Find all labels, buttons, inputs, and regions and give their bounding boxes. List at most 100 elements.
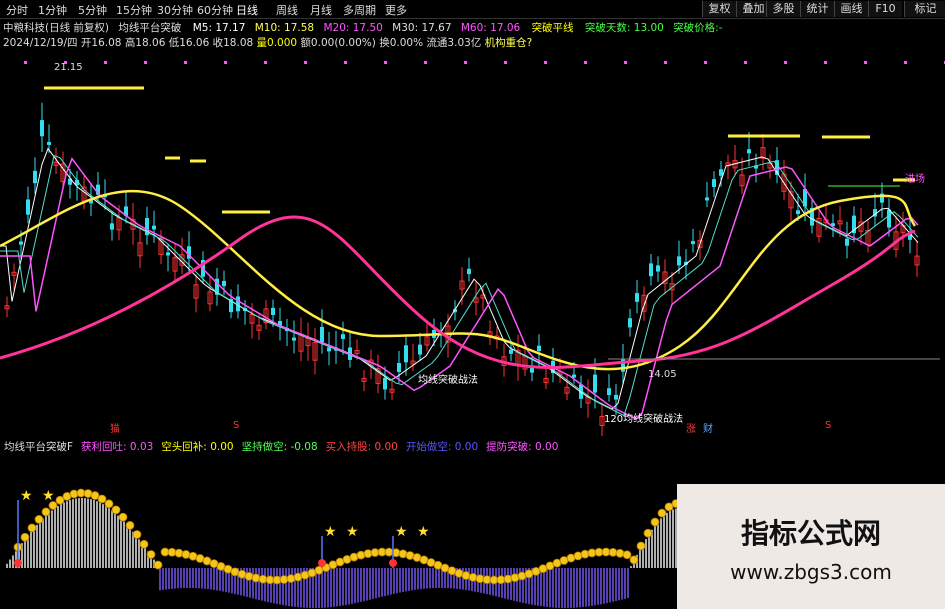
indicator-bubble — [27, 523, 37, 533]
watermark-url: www.zbgs3.com — [730, 560, 892, 584]
buy-marker-1: 猫 — [110, 424, 120, 435]
signal-dot — [904, 61, 907, 64]
tab-6[interactable]: 日线 — [236, 2, 258, 18]
buy-marker-4: S — [825, 420, 832, 431]
signal-dot — [784, 61, 787, 64]
tab-7[interactable]: 周线 — [276, 2, 298, 18]
candle-body — [628, 318, 632, 328]
header-line: 中粮科技(日线 前复权) 均线平台突破 M5: 17.17 M10: 17.58… — [3, 20, 723, 35]
signal-dot — [544, 61, 547, 64]
marker-dot — [14, 559, 22, 567]
signal-dot — [824, 61, 827, 64]
indicator-bubble — [629, 555, 639, 565]
signal-dot — [424, 61, 427, 64]
signal-dot — [864, 61, 867, 64]
candle-body — [845, 238, 849, 246]
toolbar-button-5[interactable]: F10 — [868, 1, 902, 17]
indicator-bubble — [41, 507, 51, 517]
candle-body — [320, 326, 324, 343]
star-icon: ★ — [20, 488, 33, 504]
candle-body — [397, 362, 401, 372]
indicator-bubble — [174, 548, 184, 558]
candle-body — [747, 149, 751, 154]
tab-4[interactable]: 30分钟 — [157, 2, 193, 18]
indicator-bubble — [132, 530, 142, 539]
indicator-bubble — [643, 528, 653, 538]
candle-body — [607, 388, 611, 396]
buy-marker-5: 财 — [703, 424, 713, 435]
break-price-value: 突破价格:- — [673, 22, 723, 34]
toolbar-button-6[interactable]: 标记 — [904, 1, 945, 17]
tab-8[interactable]: 月线 — [310, 2, 332, 18]
candle-body — [110, 223, 114, 230]
indicator-bubble — [97, 494, 107, 504]
indicator-bubble — [657, 508, 667, 518]
indicator-bubble — [286, 574, 296, 583]
signal-dot — [744, 61, 747, 64]
toolbar-button-0[interactable]: 复权 — [702, 1, 736, 17]
candle-body — [418, 344, 422, 355]
candle-body — [691, 241, 695, 245]
star-icon: ★ — [417, 524, 430, 540]
tab-9[interactable]: 多周期 — [343, 2, 376, 18]
candle-body — [593, 374, 597, 393]
break-days-value: 突破天数: 13.00 — [584, 22, 664, 34]
candle-body — [341, 334, 345, 339]
indicator-bubble — [139, 539, 149, 549]
signal-dot — [184, 61, 187, 64]
tab-2[interactable]: 5分钟 — [78, 2, 107, 18]
watermark-badge: 指标公式网 www.zbgs3.com — [677, 484, 945, 609]
indicator-bubble — [468, 572, 478, 582]
signal-dot — [24, 61, 27, 64]
method1-label: 均线突破战法 — [418, 375, 478, 386]
indicator-bubble — [153, 560, 163, 570]
signal-dot — [144, 61, 147, 64]
toolbar-button-2[interactable]: 多股 — [766, 1, 800, 17]
candle-body — [327, 347, 331, 352]
candle-body — [656, 265, 660, 272]
ma10-value: M10: 17.58 — [254, 22, 315, 34]
candle-body — [404, 345, 408, 363]
signal-dot — [624, 61, 627, 64]
toolbar-button-4[interactable]: 画线 — [834, 1, 868, 17]
candle-body — [222, 280, 226, 287]
signal-dot — [584, 61, 587, 64]
tab-1[interactable]: 1分钟 — [38, 2, 67, 18]
toolbar-button-1[interactable]: 叠加 — [736, 1, 770, 17]
marker-dot — [318, 559, 326, 567]
tab-3[interactable]: 15分钟 — [116, 2, 152, 18]
candle-body — [614, 394, 618, 400]
tab-0[interactable]: 分时 — [6, 2, 28, 18]
low-price-label: 14.05 — [648, 369, 677, 380]
signal-dot — [504, 61, 507, 64]
ma5-value: M5: 17.17 — [192, 22, 246, 34]
star-icon: ★ — [324, 524, 337, 540]
signal-dot — [264, 61, 267, 64]
candle-body — [166, 252, 170, 256]
indicator-bubble — [125, 520, 135, 530]
candle-body — [152, 225, 156, 230]
candle-body — [887, 209, 891, 228]
ma60-value: M60: 17.06 — [460, 22, 521, 34]
signal-dot — [104, 61, 107, 64]
indicator-name[interactable]: 均线平台突破 — [118, 22, 181, 34]
candle-body — [719, 169, 723, 176]
candle-body — [537, 345, 541, 352]
candle-body — [47, 141, 51, 145]
indicator-bubble — [650, 517, 660, 527]
period-tab-bar: 分时 1分钟 5分钟 15分钟 30分钟 60分钟 日线 周线 月线 多周期 更多 复权 叠加 多股 统计画… — [0, 0, 945, 19]
indicator-bubble — [118, 512, 128, 522]
indicator-bubble — [104, 499, 114, 509]
candle-body — [635, 293, 639, 302]
high-price-label: 21.15 — [54, 62, 83, 73]
method2-label: 120均线突破战法 — [604, 414, 684, 425]
toolbar-button-3[interactable]: 统计 — [800, 1, 834, 17]
tab-10[interactable]: 更多 — [385, 2, 407, 18]
right-tag: 进场 — [905, 174, 925, 185]
candle-body — [40, 120, 44, 137]
candle-body — [26, 199, 30, 215]
stock-title: 中粮科技(日线 前复权) — [3, 22, 110, 34]
star-icon: ★ — [395, 524, 408, 540]
tab-5[interactable]: 60分钟 — [197, 2, 233, 18]
candle-body — [33, 170, 37, 184]
